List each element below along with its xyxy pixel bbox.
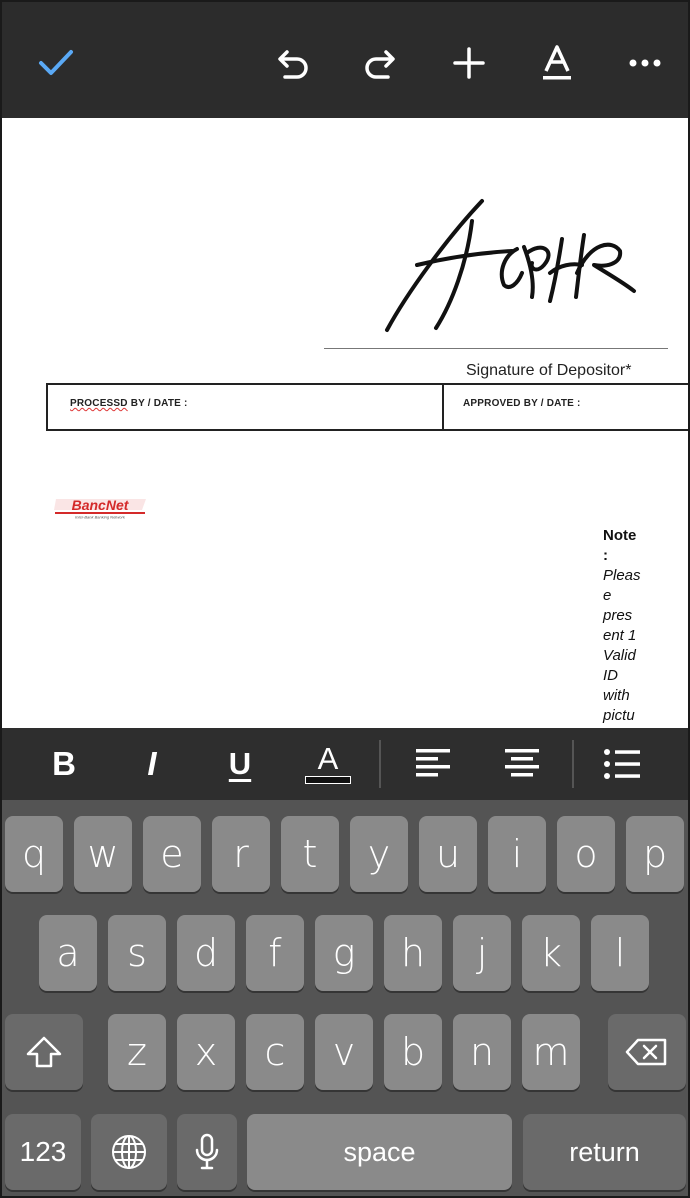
key-b[interactable]: b [384, 1014, 442, 1090]
key-q[interactable]: q [5, 816, 63, 892]
approval-table: PROCESSD BY / DATE : APPROVED BY / DATE … [46, 383, 688, 431]
key-f[interactable]: f [246, 915, 304, 991]
globe-icon [112, 1135, 146, 1169]
approved-by-cell[interactable]: APPROVED BY / DATE : [444, 385, 688, 429]
toolbar-divider [379, 740, 381, 788]
key-p[interactable]: p [626, 816, 684, 892]
key-c[interactable]: c [246, 1014, 304, 1090]
document-page[interactable]: Signature of Depositor* PROCESSD BY / DA… [2, 118, 688, 728]
redo-icon[interactable] [355, 38, 405, 88]
bold-button[interactable]: B [36, 738, 92, 790]
italic-button[interactable]: I [124, 738, 180, 790]
svg-text:BancNet: BancNet [72, 497, 130, 513]
align-center-icon[interactable] [494, 738, 550, 790]
key-u[interactable]: u [419, 816, 477, 892]
note-body: Pleas e pres ent 1 Valid ID with pictu [603, 567, 641, 724]
underline-button[interactable]: U [212, 738, 268, 790]
shift-icon [26, 1036, 62, 1068]
key-x[interactable]: x [177, 1014, 235, 1090]
undo-icon[interactable] [268, 38, 318, 88]
text-color-button[interactable]: A [300, 738, 356, 790]
numbers-key[interactable]: 123 [5, 1114, 81, 1190]
key-o[interactable]: o [557, 816, 615, 892]
top-toolbar [0, 0, 690, 118]
key-h[interactable]: h [384, 915, 442, 991]
text-format-icon[interactable] [532, 38, 582, 88]
key-a[interactable]: a [39, 915, 97, 991]
return-key[interactable]: return [523, 1114, 686, 1190]
key-v[interactable]: v [315, 1014, 373, 1090]
bancnet-logo: BancNet Inter-Bank Banking Network [54, 497, 146, 520]
approved-by-label: APPROVED BY / DATE : [463, 398, 581, 409]
note-heading: Note : [603, 527, 637, 564]
key-g[interactable]: g [315, 915, 373, 991]
key-s[interactable]: s [108, 915, 166, 991]
space-key[interactable]: space [247, 1114, 512, 1190]
plus-icon[interactable] [444, 38, 494, 88]
processed-by-cell[interactable]: PROCESSD BY / DATE : [48, 385, 444, 429]
globe-key[interactable] [91, 1114, 167, 1190]
key-k[interactable]: k [522, 915, 580, 991]
key-l[interactable]: l [591, 915, 649, 991]
key-r[interactable]: r [212, 816, 270, 892]
format-toolbar: B I U A [0, 728, 690, 800]
bulleted-list-icon[interactable] [594, 738, 650, 790]
keyboard: q w e r t y u i o p a s d f g h j k l z … [0, 800, 690, 1198]
key-z[interactable]: z [108, 1014, 166, 1090]
signature-image [385, 199, 636, 332]
key-t[interactable]: t [281, 816, 339, 892]
key-j[interactable]: j [453, 915, 511, 991]
key-w[interactable]: w [74, 816, 132, 892]
key-i[interactable]: i [488, 816, 546, 892]
processed-by-label: PROCESSD BY / DATE : [70, 398, 188, 409]
check-icon[interactable] [31, 38, 81, 88]
key-n[interactable]: n [453, 1014, 511, 1090]
key-y[interactable]: y [350, 816, 408, 892]
misspelled-word: PROCESSD [70, 398, 128, 409]
align-left-icon[interactable] [405, 738, 461, 790]
key-e[interactable]: e [143, 816, 201, 892]
signature-label: Signature of Depositor* [466, 362, 632, 379]
text-color-swatch [305, 776, 351, 784]
delete-key[interactable] [608, 1014, 686, 1090]
key-m[interactable]: m [522, 1014, 580, 1090]
dictation-key[interactable] [177, 1114, 237, 1190]
svg-text:Inter-Bank Banking Network: Inter-Bank Banking Network [75, 515, 126, 520]
key-d[interactable]: d [177, 915, 235, 991]
shift-key[interactable] [5, 1014, 83, 1090]
backspace-icon [625, 1038, 667, 1066]
signature-line [324, 348, 668, 349]
toolbar-divider [572, 740, 574, 788]
note-text: Note : Pleas e pres ent 1 Valid ID with … [603, 526, 653, 726]
more-icon[interactable] [620, 38, 670, 88]
microphone-icon [195, 1133, 219, 1170]
